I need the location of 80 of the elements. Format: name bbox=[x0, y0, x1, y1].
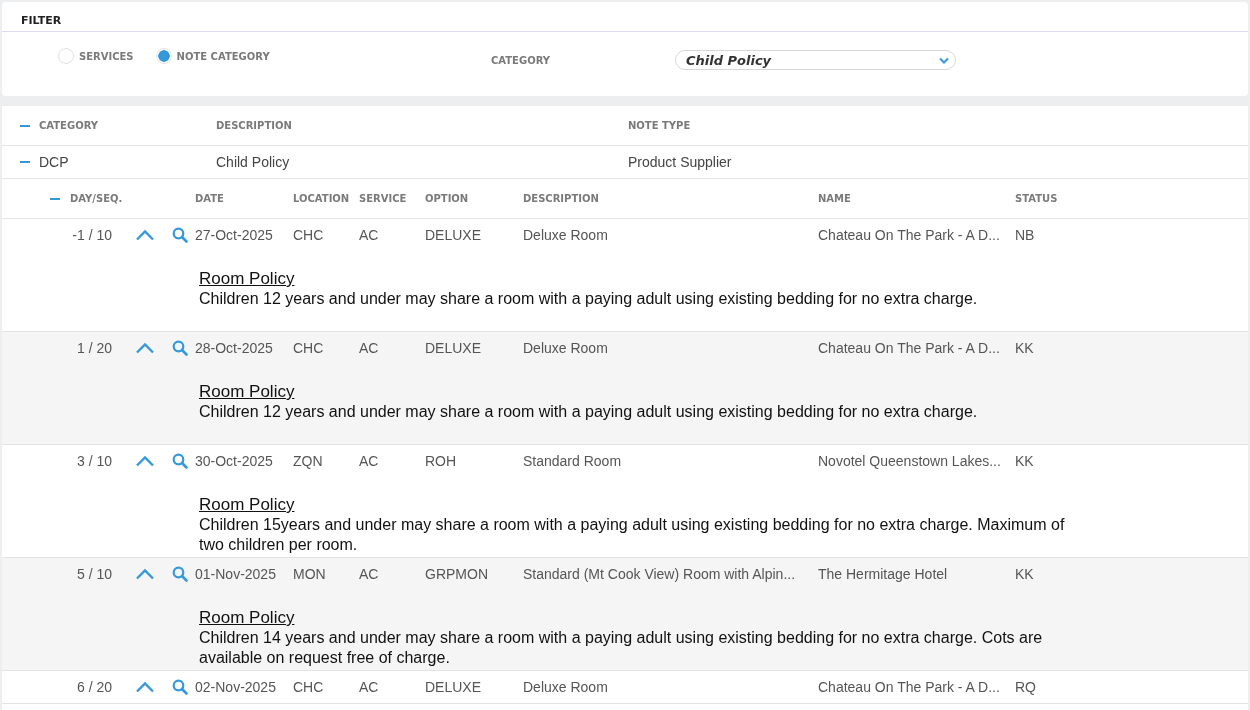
table-cell: MON bbox=[293, 566, 326, 582]
radio-option[interactable]: NOTE CATEGORY bbox=[155, 48, 270, 64]
search-icon[interactable] bbox=[172, 679, 188, 695]
column-header: DATE bbox=[195, 193, 224, 204]
search-icon[interactable] bbox=[172, 340, 188, 356]
table-cell: GRPMON bbox=[425, 566, 488, 582]
chevron-up-icon[interactable] bbox=[135, 455, 155, 467]
chevron-up-icon[interactable] bbox=[135, 342, 155, 354]
table-cell: CHC bbox=[293, 340, 324, 356]
table-cell: Chateau On The Park - A D... bbox=[818, 227, 1000, 243]
table-cell: Deluxe Room bbox=[523, 340, 608, 356]
column-header: DAY/SEQ. bbox=[70, 193, 123, 204]
column-header: NAME bbox=[818, 193, 851, 204]
table-cell: CHC bbox=[293, 679, 324, 695]
table-cell: AC bbox=[359, 453, 379, 469]
search-icon[interactable] bbox=[172, 227, 188, 243]
table-cell: The Hermitage Hotel bbox=[818, 566, 948, 582]
collapse-icon[interactable] bbox=[50, 197, 60, 200]
table-cell: DELUXE bbox=[425, 340, 482, 356]
table-cell: NB bbox=[1015, 227, 1035, 243]
note-title: Room Policy bbox=[199, 269, 295, 289]
chevron-up-icon[interactable] bbox=[135, 229, 155, 241]
table-cell: DELUXE bbox=[425, 679, 482, 695]
chevron-down-icon bbox=[939, 56, 949, 64]
note-title: Room Policy bbox=[199, 382, 295, 402]
collapse-icon[interactable] bbox=[20, 124, 30, 127]
table-cell: AC bbox=[359, 566, 379, 582]
table-cell: 5 / 10 bbox=[76, 566, 112, 582]
table-cell: ZQN bbox=[293, 453, 323, 469]
table-cell: 27-Oct-2025 bbox=[195, 227, 273, 243]
column-header: DESCRIPTION bbox=[216, 120, 292, 131]
table-cell: AC bbox=[359, 679, 379, 695]
filter-title: FILTER bbox=[2, 2, 1248, 32]
table-cell: 02-Nov-2025 bbox=[195, 679, 276, 695]
table-cell: 01-Nov-2025 bbox=[195, 566, 276, 582]
column-header: CATEGORY bbox=[39, 120, 99, 131]
table-cell: KK bbox=[1015, 340, 1034, 356]
note-text: Children 12 years and under may share a room with a paying adult using existing bedding for no extra charge. bbox=[199, 289, 979, 309]
table-cell: AC bbox=[359, 340, 379, 356]
category-label: CATEGORY bbox=[491, 54, 552, 66]
table-cell: Deluxe Room bbox=[523, 227, 608, 243]
radio-button[interactable] bbox=[155, 48, 172, 64]
table-cell: Novotel Queenstown Lakes... bbox=[818, 453, 1001, 469]
table-cell: 28-Oct-2025 bbox=[195, 340, 273, 356]
radio-option[interactable]: SERVICES bbox=[58, 48, 134, 64]
table-cell: 1 / 20 bbox=[76, 340, 112, 356]
search-icon[interactable] bbox=[172, 453, 188, 469]
table-cell: 3 / 10 bbox=[76, 453, 112, 469]
table-cell: CHC bbox=[293, 227, 324, 243]
column-header: NOTE TYPE bbox=[628, 120, 691, 131]
table-cell: KK bbox=[1015, 566, 1034, 582]
column-header: DESCRIPTION bbox=[523, 193, 599, 204]
note-title: Room Policy bbox=[199, 495, 295, 515]
table-cell: Product Supplier bbox=[628, 154, 732, 170]
table-cell: KK bbox=[1015, 453, 1034, 469]
table-cell: ROH bbox=[425, 453, 457, 469]
note-text: Children 15years and under may share a room with a paying adult using existing bedding for no extra charge. Maximum of two children per room. bbox=[199, 515, 1066, 555]
table-cell: Deluxe Room bbox=[523, 679, 608, 695]
table-cell: -1 / 10 bbox=[72, 227, 112, 243]
table-cell: Standard (Mt Cook View) Room with Alpin... bbox=[523, 566, 796, 582]
column-header: SERVICE bbox=[359, 193, 407, 204]
table-cell: DCP bbox=[39, 154, 69, 170]
column-header: STATUS bbox=[1015, 193, 1058, 204]
table-cell: 6 / 20 bbox=[76, 679, 112, 695]
table-cell: Chateau On The Park - A D... bbox=[818, 340, 1000, 356]
note-text: Children 14 years and under may share a room with a paying adult using existing bedding for no extra charge. Cots are available on request free of charge. bbox=[199, 628, 1044, 668]
chevron-up-icon[interactable] bbox=[135, 681, 155, 693]
table-cell: RQ bbox=[1015, 679, 1036, 695]
column-header: LOCATION bbox=[293, 193, 350, 204]
note-title: Room Policy bbox=[199, 608, 295, 628]
table-cell: Chateau On The Park - A D... bbox=[818, 679, 1000, 695]
table-cell: DELUXE bbox=[425, 227, 482, 243]
table-cell: AC bbox=[359, 227, 379, 243]
column-header: OPTION bbox=[425, 193, 469, 204]
table-cell: Standard Room bbox=[523, 453, 622, 469]
chevron-up-icon[interactable] bbox=[135, 568, 155, 580]
search-icon[interactable] bbox=[172, 566, 188, 582]
table-cell: 30-Oct-2025 bbox=[195, 453, 273, 469]
table-cell: Child Policy bbox=[216, 154, 290, 170]
note-text: Children 12 years and under may share a room with a paying adult using existing bedding for no extra charge. bbox=[199, 402, 979, 422]
